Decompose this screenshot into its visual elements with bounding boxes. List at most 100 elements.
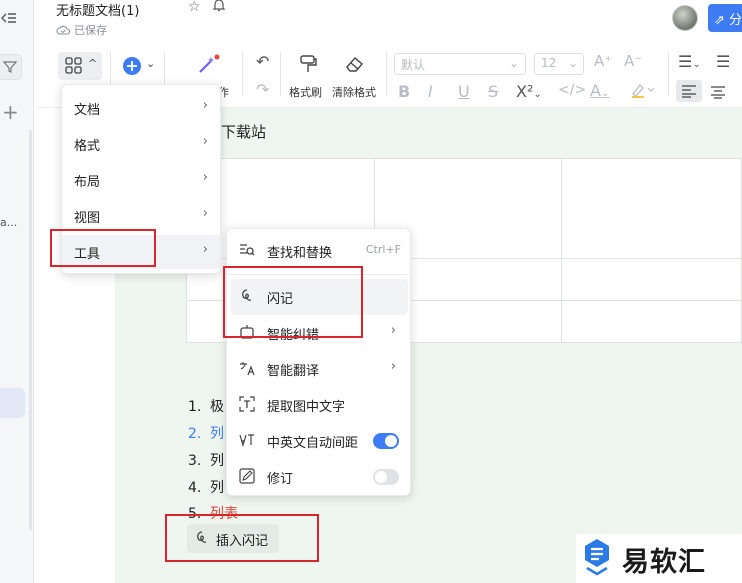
font-family-select[interactable]: 默认 ⌄ [394,53,526,75]
highlight-icon[interactable] [630,81,656,103]
list-item[interactable]: 2. 列 [188,423,224,443]
menu-item-label: 格式 [74,139,101,154]
list-icon[interactable]: ☰⌄ [678,52,701,71]
watermark: 易软汇 [576,534,742,583]
collapse-sidebar-icon[interactable] [0,10,18,26]
underline-icon[interactable]: U [458,82,470,101]
toolbar-divider [386,52,387,96]
menu-item-label: 查找和替换 [267,246,333,261]
font-size-select[interactable]: 12 ⌄ [534,53,584,75]
font-color-icon[interactable]: A⌄ [590,81,609,100]
code-icon[interactable]: </> [558,82,586,98]
add-icon[interactable]: + [2,102,19,122]
save-status: 已保存 [56,22,107,38]
chevron-down-icon: ⌄ [567,56,578,70]
menu-item-layout[interactable]: 布局 › [62,163,222,197]
decrease-font-icon[interactable]: A⁻ [624,52,642,70]
align-left-icon [682,85,696,98]
undo-icon[interactable]: ↶ [256,52,269,71]
menu-item-label: 中英文自动间距 [267,436,359,451]
ocr-icon [239,396,255,412]
superscript-icon[interactable]: X²⌄ [516,82,542,101]
chevron-right-icon: › [202,206,208,221]
chevron-right-icon: › [202,242,208,257]
eraser-icon [346,57,363,72]
toggle-knob [385,435,397,447]
list-number: 3. [188,453,202,469]
insert-button[interactable]: ⌄ [122,56,155,80]
share-button[interactable]: ⇗ 分 [708,4,742,32]
format-painter-label[interactable]: 格式刷 [289,84,322,100]
list-number: 2. [188,426,202,442]
chevron-right-icon: › [202,134,208,149]
paint-brush-icon [300,55,317,72]
list-item[interactable]: 1. 极 [188,396,224,416]
list-number: 4. [188,480,202,496]
star-icon[interactable]: ☆ [188,0,201,15]
annotation-box-flash-note [223,266,363,338]
list-text: 列 [210,480,224,496]
strikethrough-icon[interactable]: S [488,82,498,101]
bell-icon[interactable] [212,0,226,12]
font-family-value: 默认 [401,58,426,72]
align-center-button[interactable] [710,84,726,103]
clear-format-label[interactable]: 清除格式 [332,84,376,100]
italic-icon[interactable]: I [428,82,433,101]
menu-item-revision[interactable]: 修订 [227,459,412,495]
list-item[interactable]: 4. 列 [188,477,224,497]
share-icon: ⇗ [714,13,725,28]
menu-item-extract-text[interactable]: 提取图中文字 [227,387,412,423]
menu-item-format[interactable]: 格式 › [62,127,222,161]
chevron-down-icon: ⌄ [146,57,156,70]
auto-spacing-toggle[interactable] [373,433,399,449]
table-column-divider [561,158,562,343]
menu-item-label: 修订 [267,472,294,487]
chevron-right-icon: › [202,170,208,185]
toolbar-divider [280,52,281,96]
avatar[interactable] [672,5,698,31]
redo-icon[interactable]: ↷ [256,80,269,99]
clear-format-button[interactable] [344,54,366,78]
find-replace-icon [240,244,255,256]
shortcut-hint: Ctrl+F [365,243,401,256]
menu-item-smart-translate[interactable]: 智能翻译 › [227,351,412,387]
increase-font-icon[interactable]: A⁺ [594,52,612,70]
filter-button[interactable] [0,54,22,80]
font-size-value: 12 [541,56,557,70]
translate-icon [240,362,255,376]
grid-icon [65,57,82,74]
magic-wand-icon [199,54,220,73]
chevron-right-icon: › [390,323,396,338]
document-title[interactable]: 无标题文档(1) [56,0,139,19]
spacing-icon [239,434,254,448]
bold-icon[interactable]: B [398,82,410,101]
toolbar-divider [668,52,669,96]
list-style-icon[interactable]: ☰ [716,52,730,71]
toggle-knob [375,471,387,483]
watermark-logo-icon [585,539,609,576]
align-center-icon [711,86,725,99]
menu-item-label: 文档 [74,103,101,118]
document-heading[interactable]: 下载站 [221,121,266,142]
sidebar-scrollbar[interactable] [29,130,32,530]
chevron-up-icon: ^ [88,57,98,70]
menu-item-document[interactable]: 文档 › [62,91,222,125]
menu-item-label: 智能翻译 [267,364,320,379]
list-text: 极 [210,399,224,415]
menu-item-find-replace[interactable]: 查找和替换 Ctrl+F [227,233,412,269]
revision-toggle[interactable] [373,469,399,485]
left-rail: + a... [0,0,34,583]
plus-circle-icon [123,57,141,75]
ai-writing-button[interactable] [196,54,220,80]
apps-menu-button[interactable]: ^ [58,52,102,80]
format-painter-button[interactable] [298,54,318,80]
menu-item-label: 视图 [74,211,101,226]
list-item[interactable]: 3. 列 [188,450,224,470]
menu-item-auto-spacing[interactable]: 中英文自动间距 [227,423,412,459]
align-left-button[interactable] [676,80,702,102]
sidebar-active-item[interactable] [0,388,25,418]
sidebar-truncated-text: a... [0,216,18,229]
watermark-text: 易软汇 [622,547,706,578]
revision-icon [239,468,255,484]
menu-item-view[interactable]: 视图 › [62,199,222,233]
